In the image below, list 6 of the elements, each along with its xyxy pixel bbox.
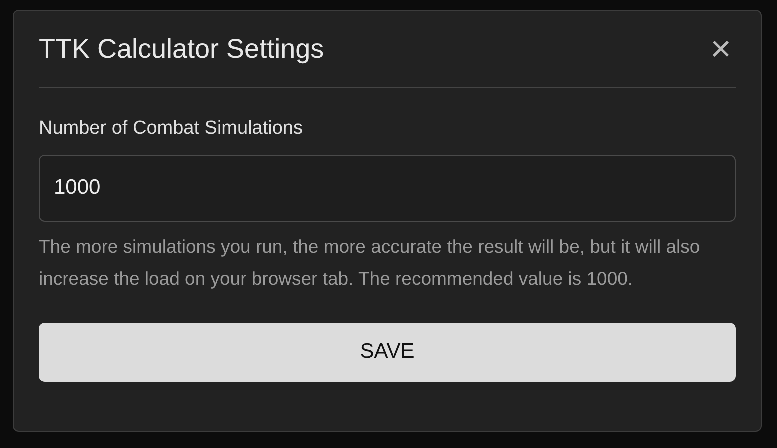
save-button[interactable]: SAVE bbox=[39, 322, 736, 382]
help-text: The more simulations you run, the more accurate the result will be, but it will also increase the load on your browser tab. The recommended value is 1000. bbox=[39, 234, 702, 291]
dialog-title: TTK Calculator Settings bbox=[39, 32, 324, 66]
close-button[interactable]: × bbox=[706, 31, 736, 67]
field-label: Number of Combat Simulations bbox=[39, 117, 304, 141]
simulations-input[interactable]: 1000 bbox=[39, 154, 736, 222]
